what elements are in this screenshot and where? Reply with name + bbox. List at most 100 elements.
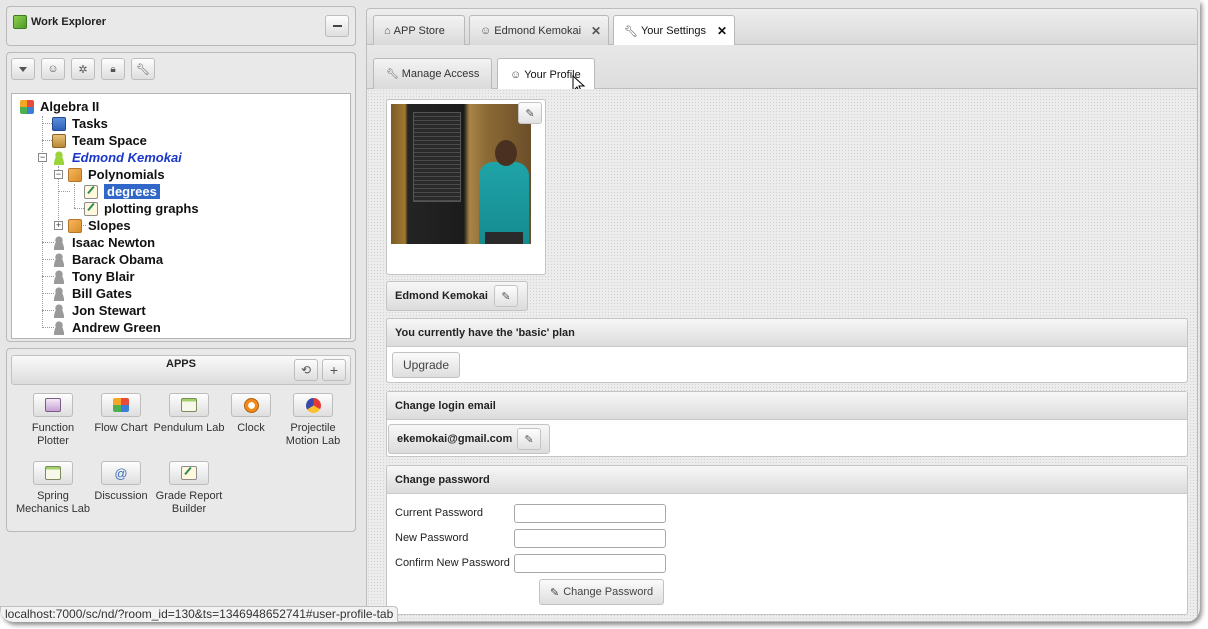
- tree-view: Algebra II Tasks Team Space − Edmond Kem…: [11, 93, 351, 339]
- tree-node-degrees[interactable]: degrees: [84, 183, 160, 200]
- work-explorer-header-panel: Work Explorer: [6, 6, 356, 46]
- tree-node-label: Polynomials: [88, 167, 165, 182]
- app-function-plotter[interactable]: Function Plotter: [15, 393, 91, 448]
- email-value: ekemokai@gmail.com: [397, 433, 513, 445]
- app-label: Grade Report Builder: [155, 490, 223, 515]
- refresh-apps-button[interactable]: ⟲: [294, 359, 318, 381]
- document-edit-icon: [84, 184, 98, 199]
- tab-app-store[interactable]: ⌂ APP Store: [373, 15, 465, 45]
- current-user-icon: [52, 150, 66, 165]
- lock-button[interactable]: 🔒︎: [101, 58, 125, 80]
- photo-person-legs: [485, 232, 523, 244]
- app-label: Function Plotter: [31, 422, 75, 447]
- new-password-label: New Password: [395, 532, 469, 544]
- edit-email-button[interactable]: ✎: [517, 428, 541, 450]
- edit-name-button[interactable]: ✎: [494, 285, 518, 307]
- app-button[interactable]: [293, 393, 333, 417]
- pencil-icon: ✎: [501, 290, 511, 303]
- tree-node-label: Isaac Newton: [72, 235, 156, 250]
- tree-node-edmond-kemokai[interactable]: Edmond Kemokai: [52, 149, 182, 166]
- tab-manage-access[interactable]: 🔧︎ Manage Access: [373, 58, 492, 89]
- app-button[interactable]: [169, 461, 209, 485]
- confirm-password-input[interactable]: [514, 554, 666, 573]
- settings-area: ⌂ APP Store ☺ Edmond Kemokai ✕ 🔧︎ Your S…: [366, 8, 1198, 622]
- tree-panel: ☺ ✲ 🔒︎ 🔧︎ Algebra II Tasks Team Space − …: [6, 52, 356, 342]
- tree-line: [42, 116, 43, 328]
- close-icon[interactable]: ✕: [591, 24, 601, 38]
- profile-photo: [391, 104, 531, 244]
- tree-node-label: Tony Blair: [72, 269, 135, 284]
- dropdown-button[interactable]: [11, 58, 35, 80]
- tree-node-algebra-ii[interactable]: Algebra II: [20, 98, 99, 115]
- home-icon: ⌂: [384, 24, 391, 37]
- photo-person-head: [495, 140, 517, 166]
- upgrade-button[interactable]: Upgrade: [392, 352, 461, 378]
- change-password-label: Change Password: [563, 586, 654, 598]
- tree-node-polynomials[interactable]: Polynomials: [68, 166, 165, 183]
- user-icon: ☺: [47, 63, 59, 75]
- app-label: Flow Chart: [94, 422, 148, 434]
- wrench-icon: 🔧︎: [624, 25, 638, 38]
- gear-icon: ✲: [78, 63, 88, 76]
- tree-node-label: Team Space: [72, 133, 147, 148]
- tree-line: [58, 191, 70, 192]
- app-button[interactable]: @: [101, 461, 141, 485]
- collapse-button[interactable]: [325, 15, 349, 37]
- edit-photo-button[interactable]: ✎: [518, 102, 542, 124]
- minus-icon: [332, 25, 342, 27]
- tab-your-settings[interactable]: 🔧︎ Your Settings ✕: [613, 15, 735, 46]
- new-password-input[interactable]: [514, 529, 666, 548]
- wrench-button[interactable]: 🔧︎: [131, 58, 155, 80]
- tree-node-label: Jon Stewart: [72, 303, 146, 318]
- tab-label: APP Store: [393, 24, 445, 37]
- settings-button[interactable]: ✲: [71, 58, 95, 80]
- tree-node-slopes[interactable]: Slopes: [68, 217, 131, 234]
- tree-node-team-space[interactable]: Team Space: [52, 132, 147, 149]
- app-flow-chart[interactable]: Flow Chart: [83, 393, 159, 435]
- password-header: Change password: [387, 466, 1187, 494]
- collapse-toggle[interactable]: −: [54, 170, 63, 179]
- app-label: Spring Mechanics Lab: [16, 490, 90, 515]
- tree-node-isaac-newton[interactable]: Isaac Newton: [52, 234, 155, 251]
- tree-node-label: degrees: [104, 184, 160, 199]
- tree-node-label: Barack Obama: [72, 252, 164, 267]
- tab-edmond-kemokai[interactable]: ☺ Edmond Kemokai ✕: [469, 15, 609, 45]
- profile-content: ✎ Edmond Kemokai ✎ You currently have th…: [367, 89, 1197, 621]
- email-header: Change login email: [387, 392, 1187, 420]
- folder-icon: [68, 167, 82, 182]
- profile-name-box: Edmond Kemokai ✎: [386, 281, 528, 311]
- tree-node-andrew-green[interactable]: Andrew Green: [52, 319, 161, 336]
- app-discussion[interactable]: @ Discussion: [83, 461, 159, 503]
- pencil-icon: ✎: [524, 433, 534, 446]
- profile-name: Edmond Kemokai: [395, 290, 488, 302]
- app-projectile-motion-lab[interactable]: Projectile Motion Lab: [275, 393, 351, 448]
- add-app-button[interactable]: +: [322, 359, 346, 381]
- app-button[interactable]: [169, 393, 209, 417]
- change-password-button[interactable]: ✎ Change Password: [539, 579, 665, 605]
- wrench-icon: 🔧︎: [136, 63, 150, 76]
- apps-panel: APPS ⟲ + Function Plotter Flow Chart Pen…: [6, 348, 356, 532]
- app-button[interactable]: [231, 393, 271, 417]
- spring-mechanics-icon: [45, 466, 61, 480]
- email-section: Change login email ekemokai@gmail.com ✎: [386, 391, 1188, 457]
- tasks-icon: [52, 116, 66, 131]
- user-button[interactable]: ☺: [41, 58, 65, 80]
- tree-node-jon-stewart[interactable]: Jon Stewart: [52, 302, 146, 319]
- app-button[interactable]: [33, 393, 73, 417]
- tree-node-bill-gates[interactable]: Bill Gates: [52, 285, 132, 302]
- app-button[interactable]: [33, 461, 73, 485]
- app-grade-report-builder[interactable]: Grade Report Builder: [151, 461, 227, 516]
- current-password-input[interactable]: [514, 504, 666, 523]
- expand-toggle[interactable]: +: [54, 221, 63, 230]
- tree-node-barack-obama[interactable]: Barack Obama: [52, 251, 163, 268]
- tree-node-plotting-graphs[interactable]: plotting graphs: [84, 200, 199, 217]
- course-grid-icon: [20, 99, 34, 114]
- tree-node-tasks[interactable]: Tasks: [52, 115, 108, 132]
- app-label: Projectile Motion Lab: [285, 422, 341, 447]
- pencil-icon: ✎: [550, 586, 560, 599]
- app-button[interactable]: [101, 393, 141, 417]
- collapse-toggle[interactable]: −: [38, 153, 47, 162]
- close-icon[interactable]: ✕: [717, 24, 727, 38]
- app-spring-mechanics-lab[interactable]: Spring Mechanics Lab: [15, 461, 91, 516]
- tree-node-tony-blair[interactable]: Tony Blair: [52, 268, 135, 285]
